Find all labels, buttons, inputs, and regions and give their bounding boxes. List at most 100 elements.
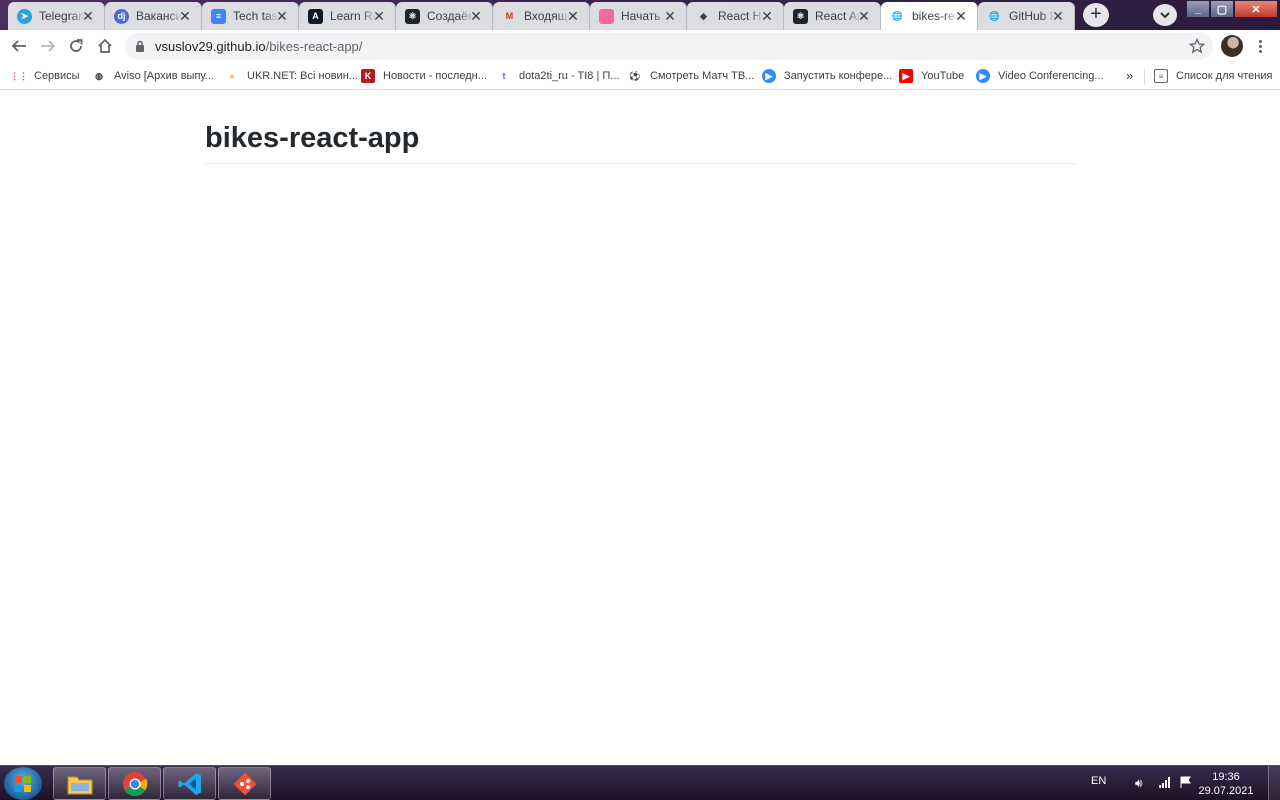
- tab-8[interactable]: ⚛ React App✕: [784, 2, 881, 30]
- bookmark-label: Video Conferencing...: [998, 70, 1104, 82]
- url-text: vsuslov29.github.io/bikes-react-app/: [155, 39, 362, 54]
- back-button[interactable]: [8, 35, 30, 57]
- chevron-down-icon: [1160, 12, 1170, 19]
- djinni-icon: dj: [114, 8, 129, 24]
- action-center-flag-icon[interactable]: [1180, 776, 1192, 791]
- clock-time: 19:36: [1212, 771, 1240, 783]
- folder-icon: [67, 776, 92, 794]
- close-tab-icon[interactable]: ✕: [856, 8, 872, 24]
- bookmark-label: Aviso [Архив выпу...: [114, 70, 214, 82]
- close-tab-icon[interactable]: ✕: [80, 8, 96, 24]
- page-content: bikes-react-app: [0, 91, 1280, 765]
- url-path: /bikes-react-app/: [265, 39, 363, 54]
- twitch-icon: t: [502, 71, 506, 81]
- k-logo-icon: K: [361, 69, 375, 83]
- start-button[interactable]: [4, 767, 42, 800]
- close-tab-icon[interactable]: ✕: [565, 8, 581, 24]
- bookmark-label: Сервисы: [34, 70, 80, 82]
- bookmark-item[interactable]: ▶ YouTube: [899, 67, 964, 85]
- tab-5[interactable]: M Входящие✕: [493, 2, 590, 30]
- home-button[interactable]: [94, 35, 116, 57]
- bookmark-label: UKR.NET: Всі новин...: [247, 70, 358, 82]
- bookmark-item[interactable]: ◍ Aviso [Архив выпу...: [92, 67, 214, 85]
- bookmark-item[interactable]: ▶ Запустить конфере...: [762, 67, 892, 85]
- taskbar-vscode[interactable]: [163, 767, 216, 800]
- globe-icon: 🌐: [891, 10, 904, 21]
- reading-list-icon: ≡: [1154, 69, 1168, 83]
- new-tab-button[interactable]: +: [1083, 3, 1109, 27]
- tab-10[interactable]: 🌐 GitHub Pages✕: [978, 2, 1075, 30]
- close-window-button[interactable]: ✕: [1234, 0, 1278, 18]
- bookmark-label: YouTube: [921, 70, 965, 82]
- system-clock[interactable]: 19:36 29.07.2021: [1196, 770, 1256, 798]
- tab-search-button[interactable]: [1153, 4, 1177, 26]
- close-tab-icon[interactable]: ✕: [953, 8, 969, 24]
- youtube-icon: ▶: [899, 69, 913, 83]
- menu-button[interactable]: [1252, 36, 1268, 56]
- tab-9[interactable]: 🌐 bikes-react-app✕: [881, 2, 978, 30]
- network-icon[interactable]: [1158, 776, 1172, 791]
- tab-2[interactable]: ≡ Tech task ✕: [202, 2, 299, 30]
- globe-icon: 🌐: [988, 10, 1001, 21]
- bookmark-star-icon[interactable]: [1189, 38, 1205, 54]
- bookmark-item[interactable]: ● UKR.NET: Всі новин...: [225, 67, 358, 85]
- close-tab-icon[interactable]: ✕: [274, 8, 290, 24]
- browser-toolbar: vsuslov29.github.io/bikes-react-app/: [0, 30, 1280, 62]
- tab-1[interactable]: dj Вакансии✕: [105, 2, 202, 30]
- close-tab-icon[interactable]: ✕: [468, 8, 484, 24]
- tab-7[interactable]: ◆ React Hooks✕: [687, 2, 784, 30]
- soccer-ball-icon: ⚽: [629, 70, 641, 81]
- bookmark-label: Смотреть Матч ТВ...: [650, 70, 755, 82]
- google-docs-icon: ≡: [211, 8, 226, 24]
- lock-icon: [136, 40, 144, 52]
- taskbar-chrome[interactable]: [108, 767, 161, 800]
- bookmark-item[interactable]: K Новости - последн...: [361, 67, 487, 85]
- close-tab-icon[interactable]: ✕: [662, 8, 678, 24]
- input-language[interactable]: EN: [1091, 775, 1106, 787]
- ukrnet-icon: ●: [229, 71, 235, 81]
- profile-avatar[interactable]: [1221, 35, 1243, 57]
- reading-list-button[interactable]: ≡ Список для чтения: [1154, 67, 1272, 85]
- bookmark-item[interactable]: ⋮⋮ Сервисы: [10, 67, 80, 85]
- tab-title: Начать: [621, 9, 661, 23]
- reload-button[interactable]: [65, 35, 87, 57]
- bookmark-item[interactable]: t dota2ti_ru - TI8 | П...: [497, 67, 620, 85]
- address-bar[interactable]: vsuslov29.github.io/bikes-react-app/: [125, 33, 1213, 60]
- bookmark-label: dota2ti_ru - TI8 | П...: [519, 70, 620, 82]
- arrow-left-icon: [11, 40, 26, 52]
- taskbar-git-gui[interactable]: [218, 767, 271, 800]
- tab-0[interactable]: ➤ Telegram ✕: [8, 2, 105, 30]
- show-desktop-button[interactable]: [1268, 766, 1280, 800]
- close-tab-icon[interactable]: ✕: [759, 8, 775, 24]
- tab-title: React App: [815, 9, 861, 23]
- minimize-button[interactable]: _: [1186, 0, 1210, 18]
- reload-icon: [70, 39, 83, 52]
- tab-6[interactable]: Начать ✕: [590, 2, 687, 30]
- pink-square-icon: [599, 8, 614, 24]
- arrow-right-icon: [41, 40, 56, 52]
- tab-3[interactable]: A Learn React✕: [299, 2, 396, 30]
- close-tab-icon[interactable]: ✕: [371, 8, 387, 24]
- forward-button[interactable]: [37, 35, 59, 57]
- bookmark-item[interactable]: ⚽ Смотреть Матч ТВ...: [628, 67, 754, 85]
- gmail-icon: M: [505, 11, 514, 21]
- tab-4[interactable]: ⚛ Создаём ✕: [396, 2, 493, 30]
- bookmarks-bar: » ≡ Список для чтения ⋮⋮ Сервисы ◍ Aviso [А…: [0, 62, 1280, 90]
- volume-icon[interactable]: 🔊︎: [1135, 776, 1143, 791]
- react-icon: ⚛: [793, 8, 808, 24]
- maximize-button[interactable]: ▢: [1210, 0, 1234, 18]
- tab-strip: ➤Telegram✕djВакансии✕≡Tech task✕ALearn R…: [0, 0, 1280, 30]
- close-tab-icon[interactable]: ✕: [177, 8, 193, 24]
- bookmark-item[interactable]: ▶ Video Conferencing...: [976, 67, 1104, 85]
- tab-title: Tech task: [233, 9, 279, 23]
- taskbar-explorer[interactable]: [53, 767, 106, 800]
- git-icon: [233, 772, 256, 795]
- tab-list: ➤Telegram✕djВакансии✕≡Tech task✕ALearn R…: [8, 2, 1075, 30]
- zoom-icon: ▶: [976, 69, 990, 83]
- close-tab-icon[interactable]: ✕: [1050, 8, 1066, 24]
- more-bookmarks-button[interactable]: »: [1126, 68, 1133, 83]
- a-logo-icon: A: [308, 8, 323, 24]
- taskbar: EN 🔊︎ 19:36 29.07.2021: [0, 765, 1280, 800]
- clock-date: 29.07.2021: [1198, 785, 1254, 797]
- page-title: bikes-react-app: [205, 122, 420, 154]
